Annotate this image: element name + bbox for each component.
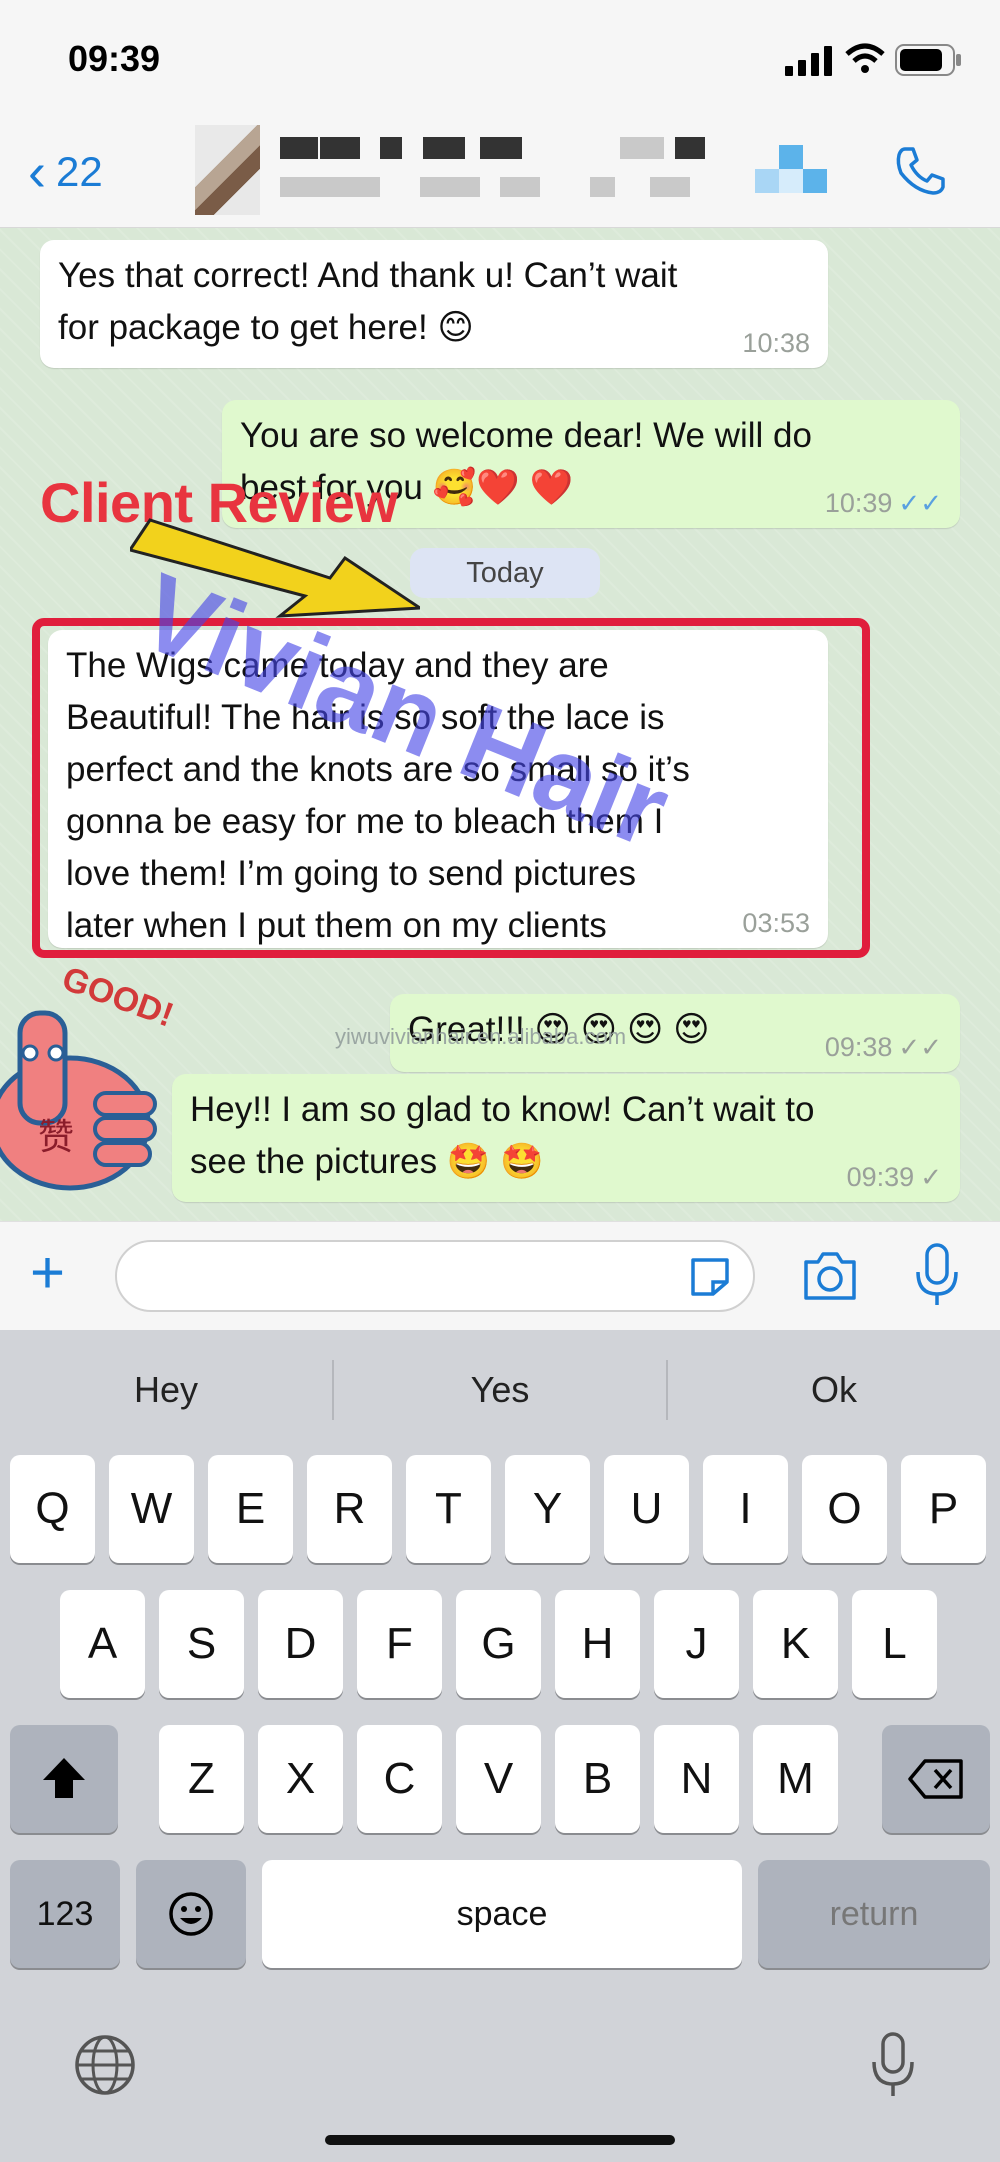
key-u[interactable]: U: [604, 1455, 689, 1563]
key-k[interactable]: K: [753, 1590, 838, 1698]
key-f[interactable]: F: [357, 1590, 442, 1698]
key-v[interactable]: V: [456, 1725, 541, 1833]
video-call-icon[interactable]: [755, 145, 845, 195]
wifi-icon: [845, 43, 885, 73]
key-p[interactable]: P: [901, 1455, 986, 1563]
key-q[interactable]: Q: [10, 1455, 95, 1563]
key-b[interactable]: B: [555, 1725, 640, 1833]
site-watermark: yiwuvivianhair.en.alibaba.com: [335, 1024, 627, 1049]
back-button[interactable]: ‹ 22: [28, 145, 103, 199]
suggestion-2[interactable]: Yes: [334, 1330, 666, 1450]
message-outgoing[interactable]: Hey!! I am so glad to know! Can’t wait t…: [172, 1074, 960, 1202]
emoji-icon: [169, 1892, 213, 1936]
key-e[interactable]: E: [208, 1455, 293, 1563]
space-key[interactable]: space: [262, 1860, 742, 1968]
keyboard: Hey Yes Ok Q W E R T Y U I O P A S D F G…: [0, 1330, 1000, 2162]
sent-tick-icon: ✓: [920, 1162, 942, 1192]
signal-icon: [785, 46, 832, 76]
thumbs-up-sticker: GOOD! 赞: [0, 959, 190, 1198]
key-x[interactable]: X: [258, 1725, 343, 1833]
message-input[interactable]: [115, 1240, 755, 1312]
message-time: 09:38: [824, 1032, 893, 1062]
key-m[interactable]: M: [753, 1725, 838, 1833]
emoji-key[interactable]: [136, 1860, 246, 1968]
key-o[interactable]: O: [802, 1455, 887, 1563]
avatar[interactable]: [195, 125, 260, 215]
key-y[interactable]: Y: [505, 1455, 590, 1563]
suggestion-1[interactable]: Hey: [0, 1330, 332, 1450]
globe-icon[interactable]: [72, 2032, 138, 2098]
status-time: 09:39: [68, 38, 161, 79]
key-j[interactable]: J: [654, 1590, 739, 1698]
numbers-key[interactable]: 123: [10, 1860, 120, 1968]
message-meta: 10:39 ✓✓: [825, 488, 942, 518]
chevron-left-icon: ‹: [28, 142, 46, 202]
key-h[interactable]: H: [555, 1590, 640, 1698]
backspace-key[interactable]: [882, 1725, 990, 1833]
message-text: Hey!! I am so glad to know! Can’t wait t…: [190, 1090, 815, 1181]
message-time: 10:38: [742, 328, 810, 358]
phone-icon[interactable]: [893, 143, 949, 199]
message-meta: 09:38 ✓✓: [825, 1032, 942, 1062]
key-w[interactable]: W: [109, 1455, 194, 1563]
suggestion-bar: Hey Yes Ok: [0, 1330, 1000, 1450]
key-t[interactable]: T: [406, 1455, 491, 1563]
contact-name-blurred[interactable]: [280, 137, 710, 207]
key-c[interactable]: C: [357, 1725, 442, 1833]
message-time: 10:39: [824, 488, 893, 518]
shift-icon: [43, 1758, 85, 1798]
sticker-char: 赞: [38, 1116, 75, 1157]
unread-count: 22: [55, 148, 103, 195]
home-indicator[interactable]: [325, 2135, 675, 2145]
chat-header: ‹ 22: [0, 125, 1000, 228]
key-n[interactable]: N: [654, 1725, 739, 1833]
microphone-icon[interactable]: [912, 1242, 962, 1308]
read-ticks-icon: ✓✓: [898, 488, 942, 518]
message-meta: 09:39 ✓: [847, 1162, 942, 1192]
key-l[interactable]: L: [852, 1590, 937, 1698]
key-z[interactable]: Z: [159, 1725, 244, 1833]
shift-key[interactable]: [10, 1725, 118, 1833]
dictation-microphone-icon[interactable]: [868, 2030, 918, 2100]
delivered-ticks-icon: ✓✓: [898, 1032, 942, 1062]
camera-icon[interactable]: [800, 1250, 860, 1302]
message-incoming[interactable]: Yes that correct! And thank u! Can’t wai…: [40, 240, 828, 368]
chat-area[interactable]: Yes that correct! And thank u! Can’t wai…: [0, 228, 1000, 1221]
key-i[interactable]: I: [703, 1455, 788, 1563]
date-separator: Today: [410, 548, 600, 598]
return-key[interactable]: return: [758, 1860, 990, 1968]
backspace-icon: [908, 1759, 963, 1799]
key-a[interactable]: A: [60, 1590, 145, 1698]
key-r[interactable]: R: [307, 1455, 392, 1563]
key-d[interactable]: D: [258, 1590, 343, 1698]
status-bar: 09:39: [0, 0, 1000, 125]
sticker-icon[interactable]: [687, 1256, 733, 1298]
key-g[interactable]: G: [456, 1590, 541, 1698]
battery-icon: [895, 44, 961, 76]
message-text: Yes that correct! And thank u! Can’t wai…: [58, 256, 678, 347]
attach-plus-icon[interactable]: +: [30, 1243, 65, 1303]
message-input-bar: +: [0, 1221, 1000, 1331]
message-time: 09:39: [846, 1162, 915, 1192]
suggestion-3[interactable]: Ok: [668, 1330, 1000, 1450]
key-s[interactable]: S: [159, 1590, 244, 1698]
